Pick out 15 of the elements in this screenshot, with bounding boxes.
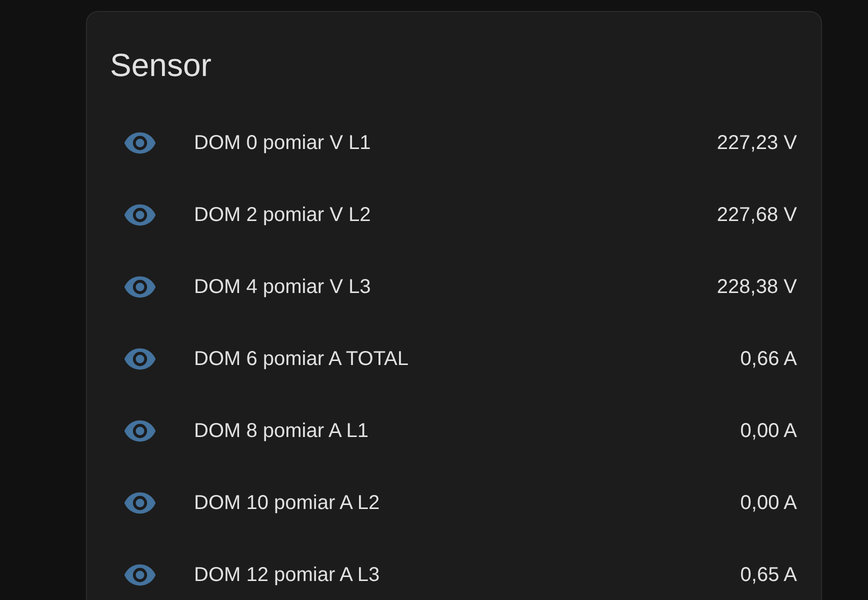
- sensor-name[interactable]: DOM 2 pomiar V L2: [194, 204, 717, 226]
- sensor-value: 0,00 A: [740, 420, 797, 442]
- sensor-name[interactable]: DOM 0 pomiar V L1: [194, 132, 717, 154]
- sensor-value: 227,68 V: [716, 204, 797, 226]
- sensor-value: 228,38 V: [716, 276, 797, 298]
- sensor-name[interactable]: DOM 8 pomiar A L1: [194, 420, 740, 442]
- sensor-value: 0,66 A: [740, 348, 797, 370]
- sensor-name[interactable]: DOM 12 pomiar A L3: [194, 564, 740, 586]
- sensor-value: 0,00 A: [740, 492, 797, 514]
- sensor-name[interactable]: DOM 10 pomiar A L2: [194, 492, 740, 514]
- sensor-value: 0,65 A: [740, 564, 797, 586]
- card-title: Sensor: [110, 46, 212, 85]
- sensor-value: 227,23 V: [716, 132, 797, 154]
- sensor-name[interactable]: DOM 6 pomiar A TOTAL: [194, 348, 740, 370]
- sensor-name[interactable]: DOM 4 pomiar V L3: [194, 276, 717, 298]
